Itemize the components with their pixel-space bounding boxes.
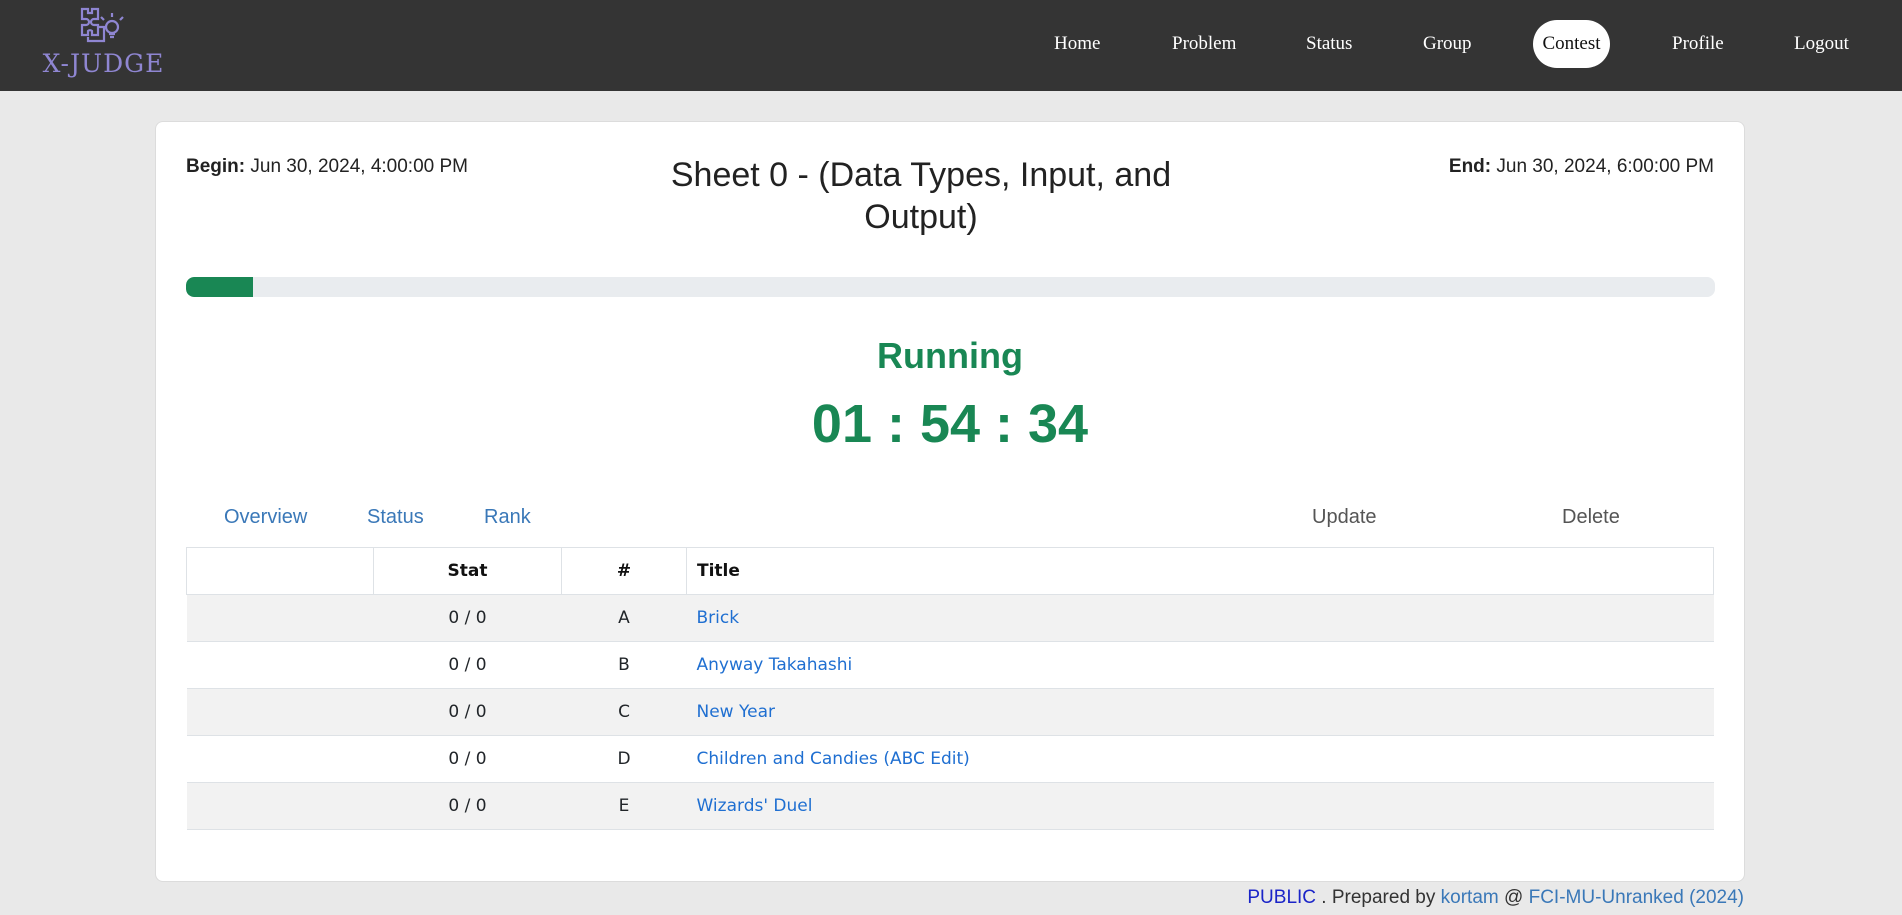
delete-button[interactable]: Delete <box>1562 506 1620 529</box>
logo-text: X-JUDGE <box>42 49 165 78</box>
tab-status[interactable]: Status <box>367 506 424 529</box>
contest-end: End: Jun 30, 2024, 6:00:00 PM <box>1449 156 1714 178</box>
puzzle-bulb-icon <box>80 7 124 43</box>
row-title-cell: Anyway Takahashi <box>686 641 1714 689</box>
at-sign: @ <box>1504 887 1524 908</box>
contest-progress-bar <box>186 277 1715 297</box>
table-row: 0 / 0 D Children and Candies (ABC Edit) <box>186 735 1714 783</box>
nav-home[interactable]: Home <box>1044 20 1110 68</box>
top-navbar: X-JUDGE Home Problem Status Group Contes… <box>0 0 1902 91</box>
prepared-by-text: . Prepared by <box>1321 887 1436 908</box>
row-blank-cell <box>186 782 374 830</box>
row-blank-cell <box>186 688 374 736</box>
visibility-badge: PUBLIC <box>1247 887 1317 908</box>
problem-link[interactable]: Anyway Takahashi <box>697 655 853 675</box>
problems-table: Stat # Title 0 / 0 A Brick 0 / 0 B Anywa… <box>186 547 1714 830</box>
row-title-cell: Brick <box>686 594 1714 642</box>
row-index: D <box>561 735 687 783</box>
row-blank-cell <box>186 735 374 783</box>
row-blank-cell <box>186 641 374 689</box>
group-link[interactable]: FCI-MU-Unranked (2024) <box>1529 887 1744 908</box>
progress-fill <box>186 277 254 297</box>
row-stat: 0 / 0 <box>373 594 562 642</box>
row-index: A <box>561 594 687 642</box>
update-button[interactable]: Update <box>1312 506 1377 529</box>
row-title-cell: Wizards' Duel <box>686 782 1714 830</box>
row-title-cell: Children and Candies (ABC Edit) <box>686 735 1714 783</box>
problem-link[interactable]: Children and Candies (ABC Edit) <box>697 749 970 769</box>
row-title-cell: New Year <box>686 688 1714 736</box>
nav-profile[interactable]: Profile <box>1662 20 1734 68</box>
contest-begin: Begin: Jun 30, 2024, 4:00:00 PM <box>186 156 468 178</box>
nav-contest[interactable]: Contest <box>1533 20 1610 68</box>
nav-problem[interactable]: Problem <box>1162 20 1246 68</box>
row-stat: 0 / 0 <box>373 688 562 736</box>
row-stat: 0 / 0 <box>373 641 562 689</box>
table-row: 0 / 0 E Wizards' Duel <box>186 782 1714 830</box>
countdown-timer: 01 : 54 : 34 <box>811 394 1089 454</box>
begin-label: Begin: <box>186 156 246 177</box>
site-logo[interactable]: X-JUDGE <box>36 5 171 85</box>
row-index: C <box>561 688 687 736</box>
header-title: Title <box>686 547 1714 595</box>
page-footer: PUBLIC . Prepared by kortam @ FCI-MU-Unr… <box>1247 887 1744 909</box>
nav-logout[interactable]: Logout <box>1784 20 1859 68</box>
begin-value: Jun 30, 2024, 4:00:00 PM <box>250 156 468 177</box>
table-row: 0 / 0 C New Year <box>186 688 1714 736</box>
table-row: 0 / 0 B Anyway Takahashi <box>186 641 1714 689</box>
table-row: 0 / 0 A Brick <box>186 594 1714 642</box>
author-link[interactable]: kortam <box>1441 887 1499 908</box>
header-stat: Stat <box>373 547 562 595</box>
nav-status[interactable]: Status <box>1296 20 1362 68</box>
end-value: Jun 30, 2024, 6:00:00 PM <box>1496 156 1714 177</box>
problem-link[interactable]: New Year <box>697 702 775 722</box>
contest-state: Running <box>877 335 1023 376</box>
table-header-row: Stat # Title <box>186 547 1714 595</box>
tab-overview[interactable]: Overview <box>224 506 307 529</box>
header-index: # <box>561 547 687 595</box>
tab-rank[interactable]: Rank <box>484 506 531 529</box>
row-index: E <box>561 782 687 830</box>
problem-link[interactable]: Brick <box>697 608 740 628</box>
nav-group[interactable]: Group <box>1413 20 1482 68</box>
contest-title: Sheet 0 - (Data Types, Input, and Output… <box>670 156 1172 236</box>
row-stat: 0 / 0 <box>373 735 562 783</box>
row-stat: 0 / 0 <box>373 782 562 830</box>
contest-card: Begin: Jun 30, 2024, 4:00:00 PM Sheet 0 … <box>155 121 1745 882</box>
problem-link[interactable]: Wizards' Duel <box>697 796 813 816</box>
row-index: B <box>561 641 687 689</box>
end-label: End: <box>1448 156 1492 177</box>
header-blank <box>186 547 374 595</box>
row-blank-cell <box>186 594 374 642</box>
